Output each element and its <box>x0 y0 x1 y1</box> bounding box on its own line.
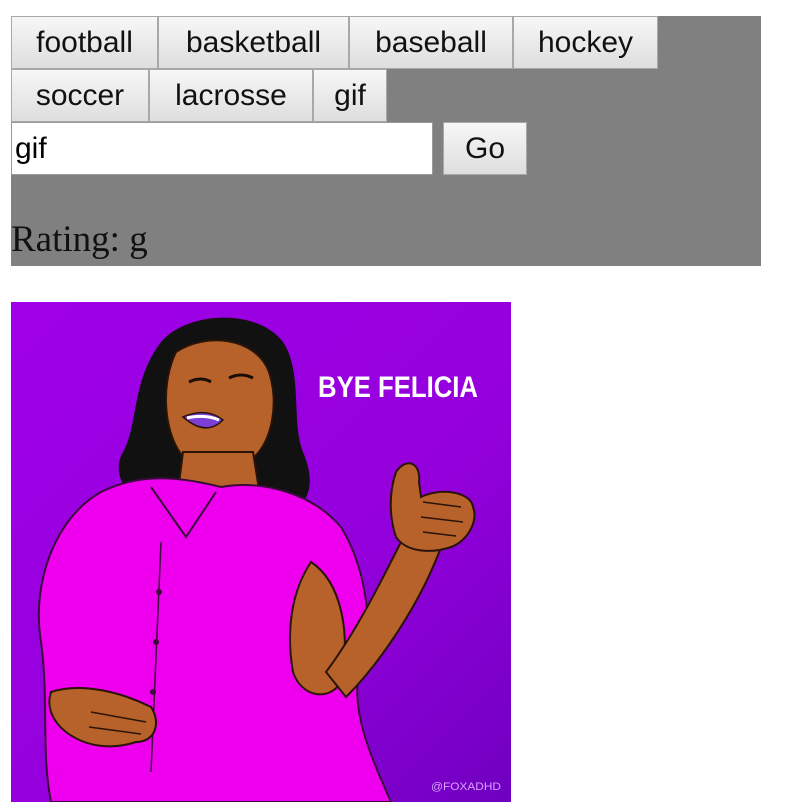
search-input[interactable] <box>11 122 433 175</box>
topic-button-basketball[interactable]: basketball <box>158 16 349 69</box>
topic-button-gif[interactable]: gif <box>313 69 387 122</box>
gif-caption: BYE FELICIA <box>318 371 478 404</box>
topic-button-soccer[interactable]: soccer <box>11 69 149 122</box>
gif-watermark: @FOXADHD <box>431 781 501 793</box>
topic-button-hockey[interactable]: hockey <box>513 16 658 69</box>
topic-button-baseball[interactable]: baseball <box>349 16 513 69</box>
gif-illustration: BYE FELICIA @FOXADHD <box>11 302 511 802</box>
rating-label: Rating: g <box>11 219 148 260</box>
topic-buttons-panel: football basketball baseball hockey socc… <box>11 16 761 266</box>
gif-image: BYE FELICIA @FOXADHD <box>11 302 511 802</box>
go-button[interactable]: Go <box>443 122 527 175</box>
topic-button-football[interactable]: football <box>11 16 158 69</box>
topic-button-lacrosse[interactable]: lacrosse <box>149 69 313 122</box>
